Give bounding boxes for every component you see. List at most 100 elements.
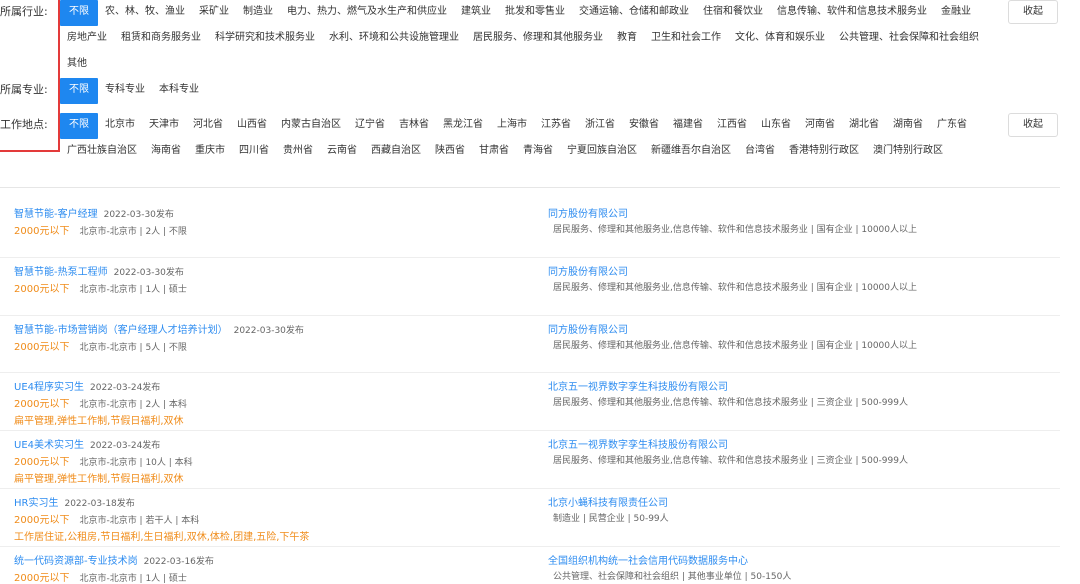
industry-option[interactable]: 电力、热力、燃气及水生产和供应业 [280, 0, 454, 26]
location-option[interactable]: 澳门特别行政区 [866, 139, 950, 165]
location-option[interactable]: 河南省 [798, 113, 842, 139]
job-salary: 2000元以下 [14, 283, 70, 295]
location-option[interactable]: 四川省 [232, 139, 276, 165]
location-option[interactable]: 贵州省 [276, 139, 320, 165]
job-title-line: UE4程序实习生 2022-03-24发布 [14, 378, 160, 393]
industry-option[interactable]: 农、林、牧、渔业 [98, 0, 192, 26]
company-link[interactable]: 北京小蝇科技有限责任公司 [548, 494, 668, 509]
company-link[interactable]: 北京五一视界数字孪生科技股份有限公司 [548, 436, 728, 451]
industry-option[interactable]: 采矿业 [192, 0, 236, 26]
filter-panel: 所属行业: 不限 农、林、牧、渔业 采矿业 制造业 电力、热力、燃气及水生产和供应业 建筑… [0, 0, 1060, 188]
job-salary: 2000元以下 [14, 572, 70, 584]
industry-option[interactable]: 建筑业 [454, 0, 498, 26]
industry-option[interactable]: 不限 [60, 0, 98, 26]
job-row: UE4程序实习生 2022-03-24发布 2000元以下 北京市-北京市 | 2人 … [0, 373, 1060, 432]
industry-option[interactable]: 批发和零售业 [498, 0, 572, 26]
location-option[interactable]: 上海市 [490, 113, 534, 139]
job-meta: 北京市-北京市 | 若干人 | 本科 [79, 515, 200, 526]
industry-option[interactable]: 交通运输、仓储和邮政业 [572, 0, 696, 26]
location-collapse-button[interactable]: 收起 [1008, 113, 1058, 137]
job-post-date: 2022-03-18发布 [64, 498, 135, 509]
location-option[interactable]: 广东省 [930, 113, 974, 139]
job-title-link[interactable]: UE4美术实习生 [14, 440, 84, 451]
location-option[interactable]: 云南省 [320, 139, 364, 165]
location-option[interactable]: 不限 [60, 113, 98, 139]
location-option[interactable]: 河北省 [186, 113, 230, 139]
industry-option[interactable]: 水利、环境和公共设施管理业 [322, 26, 466, 52]
location-option[interactable]: 吉林省 [392, 113, 436, 139]
job-meta: 北京市-北京市 | 5人 | 不限 [79, 342, 187, 353]
industry-collapse-button[interactable]: 收起 [1008, 0, 1058, 24]
industry-option[interactable]: 卫生和社会工作 [644, 26, 728, 52]
location-option[interactable]: 辽宁省 [348, 113, 392, 139]
location-option[interactable]: 宁夏回族自治区 [560, 139, 644, 165]
location-option[interactable]: 海南省 [144, 139, 188, 165]
job-meta: 北京市-北京市 | 2人 | 本科 [79, 400, 187, 411]
industry-option[interactable]: 金融业 [934, 0, 978, 26]
company-link[interactable]: 北京五一视界数字孪生科技股份有限公司 [548, 378, 728, 393]
industry-option[interactable]: 租赁和商务服务业 [114, 26, 208, 52]
location-option[interactable]: 香港特别行政区 [782, 139, 866, 165]
major-option[interactable]: 本科专业 [152, 78, 206, 104]
company-meta: 居民服务、修理和其他服务业,信息传输、软件和信息技术服务业 | 国有企业 | 1… [553, 340, 918, 351]
job-meta: 北京市-北京市 | 2人 | 不限 [79, 227, 187, 237]
job-title-line: HR实习生 2022-03-18发布 [14, 494, 135, 509]
industry-option[interactable]: 制造业 [236, 0, 280, 26]
location-option[interactable]: 湖北省 [842, 113, 886, 139]
industry-option[interactable]: 文化、体育和娱乐业 [728, 26, 832, 52]
job-title-link[interactable]: 智慧节能-客户经理 [14, 209, 98, 220]
job-salary: 2000元以下 [14, 399, 70, 411]
industry-option[interactable]: 公共管理、社会保障和社会组织 [832, 26, 986, 52]
location-option[interactable]: 甘肃省 [472, 139, 516, 165]
location-option[interactable]: 山西省 [230, 113, 274, 139]
location-option[interactable]: 内蒙古自治区 [274, 113, 348, 139]
job-title-link[interactable]: UE4程序实习生 [14, 382, 84, 393]
location-option[interactable]: 天津市 [142, 113, 186, 139]
location-option[interactable]: 安徽省 [622, 113, 666, 139]
company-link[interactable]: 同方股份有限公司 [548, 205, 628, 220]
job-salary: 2000元以下 [14, 514, 70, 526]
job-meta-line: 2000元以下 北京市-北京市 | 10人 | 本科 [14, 453, 193, 468]
industry-option[interactable]: 其他 [60, 52, 94, 78]
job-title-line: 智慧节能-客户经理 2022-03-30发布 [14, 205, 174, 220]
job-salary: 2000元以下 [14, 341, 70, 353]
company-meta: 制造业 | 民营企业 | 50-99人 [553, 513, 669, 524]
location-option[interactable]: 江苏省 [534, 113, 578, 139]
job-title-link[interactable]: 统一代码资源部-专业技术岗 [14, 556, 138, 567]
location-option[interactable]: 陕西省 [428, 139, 472, 165]
location-option[interactable]: 湖南省 [886, 113, 930, 139]
industry-option[interactable]: 信息传输、软件和信息技术服务业 [770, 0, 934, 26]
location-option[interactable]: 西藏自治区 [364, 139, 428, 165]
industry-option[interactable]: 住宿和餐饮业 [696, 0, 770, 26]
job-title-link[interactable]: HR实习生 [14, 498, 58, 509]
location-option[interactable]: 浙江省 [578, 113, 622, 139]
job-post-date: 2022-03-16发布 [143, 556, 214, 567]
location-option[interactable]: 福建省 [666, 113, 710, 139]
company-link[interactable]: 全国组织机构统一社会信用代码数据服务中心 [548, 552, 748, 567]
job-title-link[interactable]: 智慧节能-热泵工程师 [14, 267, 108, 278]
industry-option[interactable]: 科学研究和技术服务业 [208, 26, 322, 52]
location-option[interactable]: 台湾省 [738, 139, 782, 165]
location-option[interactable]: 江西省 [710, 113, 754, 139]
job-row: 智慧节能-市场营销岗（客户经理人才培养计划） 2022-03-30发布 2000元以… [0, 316, 1060, 374]
industry-option[interactable]: 教育 [610, 26, 644, 52]
location-option[interactable]: 重庆市 [188, 139, 232, 165]
location-option[interactable]: 青海省 [516, 139, 560, 165]
major-option[interactable]: 专科专业 [98, 78, 152, 104]
location-option[interactable]: 黑龙江省 [436, 113, 490, 139]
highlight-box [0, 0, 60, 152]
job-meta-line: 2000元以下 北京市-北京市 | 2人 | 本科 [14, 395, 187, 410]
major-option[interactable]: 不限 [60, 78, 98, 104]
company-link[interactable]: 同方股份有限公司 [548, 321, 628, 336]
company-link[interactable]: 同方股份有限公司 [548, 263, 628, 278]
industry-option[interactable]: 房地产业 [60, 26, 114, 52]
job-post-date: 2022-03-30发布 [103, 210, 174, 220]
location-option[interactable]: 北京市 [98, 113, 142, 139]
location-option[interactable]: 新疆维吾尔自治区 [644, 139, 738, 165]
major-options: 不限 专科专业 本科专业 [60, 78, 1000, 104]
location-filter-row: 工作地点: 不限 北京市 天津市 河北省 山西省 内蒙古自治区 辽宁省 吉林省 黑龙江省 上海市江… [0, 113, 980, 165]
location-option[interactable]: 山东省 [754, 113, 798, 139]
industry-option[interactable]: 居民服务、修理和其他服务业 [466, 26, 610, 52]
location-option[interactable]: 广西壮族自治区 [60, 139, 144, 165]
job-title-link[interactable]: 智慧节能-市场营销岗（客户经理人才培养计划） [14, 325, 228, 336]
